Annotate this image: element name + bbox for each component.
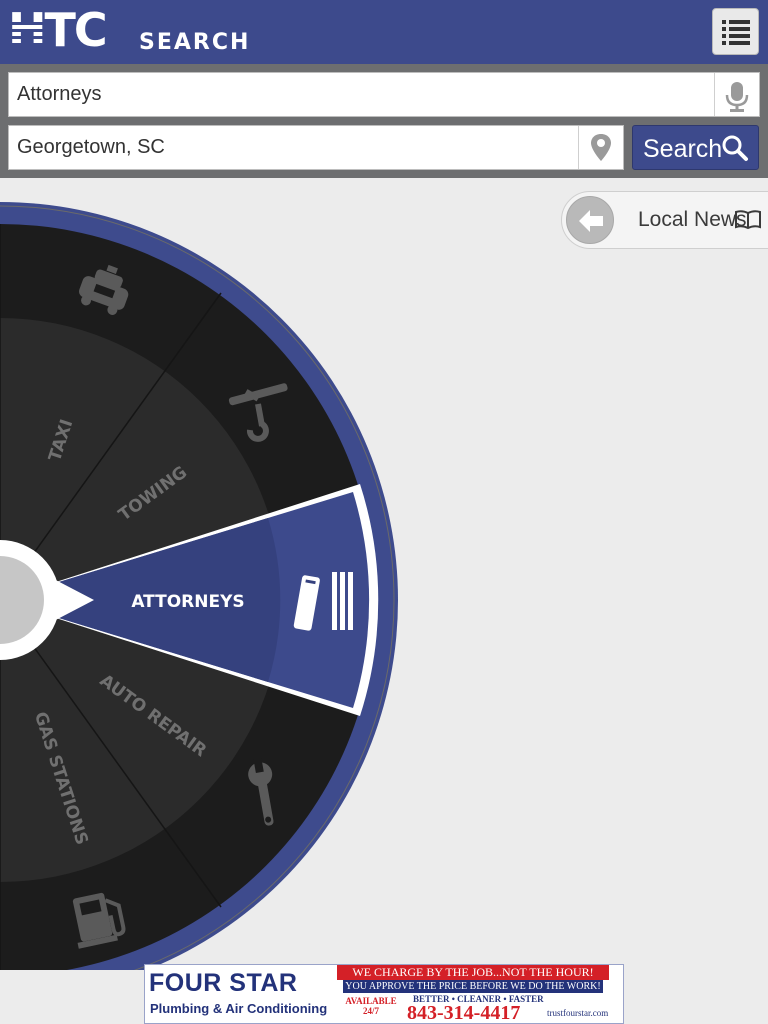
ad-website: trustfourstar.com	[547, 1008, 609, 1018]
menu-button[interactable]	[712, 8, 759, 55]
ad-phone: 843-314-4417	[407, 1002, 521, 1024]
ad-availability: AVAILABLE 24/7	[345, 996, 397, 1016]
local-news-label: Local News	[638, 208, 747, 231]
search-button-label: Search	[643, 135, 723, 163]
arrow-left-icon	[579, 210, 603, 232]
what-field-container	[8, 72, 760, 117]
open-book-icon	[735, 210, 761, 230]
logo-stripes-icon	[8, 22, 54, 46]
ad-tagline-secondary: YOU APPROVE THE PRICE BEFORE WE DO THE W…	[343, 980, 603, 993]
list-icon	[722, 20, 750, 45]
ad-subtitle: Plumbing & Air Conditioning	[150, 1001, 328, 1016]
location-pin-icon	[591, 134, 611, 161]
what-input[interactable]	[9, 73, 709, 116]
location-input[interactable]	[9, 126, 574, 169]
voice-search-button[interactable]	[714, 73, 759, 116]
ad-brand: FOUR STAR	[149, 969, 298, 997]
logo-subtext: SEARCH	[139, 30, 251, 55]
htc-search-logo[interactable]: HTC SEARCH	[8, 3, 268, 57]
use-location-button[interactable]	[578, 126, 623, 169]
category-wheel: ATTORNEYS TAXI TOWING AUTO REPAIR GAS ST…	[0, 202, 398, 970]
magnifier-icon	[722, 135, 748, 161]
wheel-label-attorneys: ATTORNEYS	[131, 592, 244, 612]
local-news-tab[interactable]: Local News	[561, 191, 768, 249]
app-header: HTC SEARCH	[0, 0, 768, 64]
microphone-icon	[725, 82, 749, 112]
search-button[interactable]: Search	[632, 125, 759, 170]
ad-banner[interactable]: FOUR STAR Plumbing & Air Conditioning WE…	[144, 964, 624, 1024]
search-bar: Search	[0, 64, 768, 178]
where-field-container	[8, 125, 624, 170]
back-button[interactable]	[566, 196, 614, 244]
ad-tagline: WE CHARGE BY THE JOB...NOT THE HOUR!	[337, 965, 609, 980]
